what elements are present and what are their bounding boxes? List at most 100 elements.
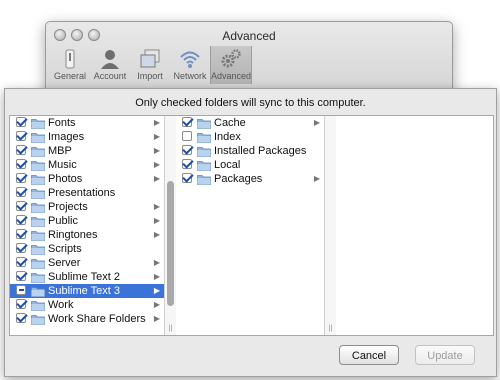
sync-checkbox[interactable] bbox=[16, 257, 26, 267]
folder-browser: Fonts ▶ Images ▶ MBP ▶ Music ▶ Photos ▶ Presentati… bbox=[9, 115, 494, 336]
disclosure-arrow-icon: ▶ bbox=[153, 258, 160, 267]
sync-checkbox[interactable] bbox=[16, 215, 26, 225]
folder-name: Images bbox=[48, 131, 85, 143]
sync-checkbox[interactable] bbox=[16, 299, 26, 309]
folder-icon bbox=[31, 287, 45, 297]
disclosure-arrow-icon: ▶ bbox=[153, 132, 160, 141]
sync-checkbox[interactable] bbox=[16, 159, 26, 169]
sync-checkbox[interactable] bbox=[16, 271, 26, 281]
folder-icon bbox=[31, 245, 45, 255]
sync-checkbox[interactable] bbox=[16, 313, 26, 323]
disclosure-arrow-icon: ▶ bbox=[153, 300, 160, 309]
sync-checkbox[interactable] bbox=[16, 145, 26, 155]
folder-icon bbox=[31, 231, 45, 241]
folder-row[interactable]: MBP ▶ bbox=[10, 144, 164, 158]
folder-name: Packages bbox=[214, 173, 263, 185]
folder-name: Work Share Folders bbox=[48, 313, 146, 325]
folder-icon bbox=[31, 259, 45, 269]
toolbar-import-label: Import bbox=[137, 71, 163, 81]
sync-checkbox[interactable] bbox=[16, 285, 26, 295]
folder-row[interactable]: Fonts ▶ bbox=[10, 116, 164, 130]
folder-name: Work bbox=[48, 299, 74, 311]
account-icon bbox=[101, 50, 119, 69]
folder-icon bbox=[31, 133, 45, 143]
folder-icon bbox=[31, 119, 45, 129]
folder-row[interactable]: Index bbox=[176, 130, 324, 144]
folder-icon bbox=[197, 133, 211, 143]
sync-checkbox[interactable] bbox=[182, 131, 192, 141]
disclosure-arrow-icon: ▶ bbox=[153, 174, 160, 183]
gears-icon bbox=[221, 49, 241, 68]
sync-checkbox[interactable] bbox=[16, 173, 26, 183]
folder-name: Server bbox=[48, 257, 81, 269]
toolbar-advanced[interactable]: Advanced bbox=[210, 46, 252, 84]
sync-checkbox[interactable] bbox=[182, 159, 192, 169]
folder-row[interactable]: Photos ▶ bbox=[10, 172, 164, 186]
toolbar-network-label: Network bbox=[173, 71, 207, 81]
folder-row[interactable]: Server ▶ bbox=[10, 256, 164, 270]
sync-checkbox[interactable] bbox=[16, 117, 26, 127]
folder-icon bbox=[31, 217, 45, 227]
folder-row[interactable]: Presentations bbox=[10, 186, 164, 200]
import-icon bbox=[140, 49, 160, 68]
folder-name: Installed Packages bbox=[214, 145, 307, 157]
column-resize-handle[interactable]: || bbox=[327, 325, 334, 332]
disclosure-arrow-icon: ▶ bbox=[153, 146, 160, 155]
sync-checkbox[interactable] bbox=[182, 173, 192, 183]
folder-row[interactable]: Installed Packages bbox=[176, 144, 324, 158]
folder-name: Public bbox=[48, 215, 78, 227]
folder-icon bbox=[31, 189, 45, 199]
network-icon bbox=[180, 51, 200, 68]
folder-icon bbox=[31, 175, 45, 185]
folder-icon bbox=[197, 175, 211, 185]
toolbar-account[interactable]: Account bbox=[90, 46, 130, 84]
folder-row[interactable]: Images ▶ bbox=[10, 130, 164, 144]
sync-checkbox[interactable] bbox=[16, 229, 26, 239]
folder-name: Projects bbox=[48, 201, 88, 213]
sync-checkbox[interactable] bbox=[16, 131, 26, 141]
folder-name: MBP bbox=[48, 145, 72, 157]
folder-row[interactable]: Ringtones ▶ bbox=[10, 228, 164, 242]
sync-checkbox[interactable] bbox=[16, 187, 26, 197]
folder-icon bbox=[197, 147, 211, 157]
disclosure-arrow-icon: ▶ bbox=[153, 216, 160, 225]
toolbar-general[interactable]: General bbox=[50, 46, 90, 84]
folder-icon bbox=[197, 161, 211, 171]
column-1-scroll-thumb[interactable] bbox=[167, 181, 174, 306]
folder-row[interactable]: Projects ▶ bbox=[10, 200, 164, 214]
folder-row[interactable]: Scripts bbox=[10, 242, 164, 256]
disclosure-arrow-icon: ▶ bbox=[153, 160, 160, 169]
toolbar-import[interactable]: Import bbox=[130, 46, 170, 84]
sync-checkbox[interactable] bbox=[182, 145, 192, 155]
sync-checkbox[interactable] bbox=[182, 117, 192, 127]
update-button[interactable]: Update bbox=[415, 345, 475, 365]
folder-row[interactable]: Work Share Folders ▶ bbox=[10, 312, 164, 326]
folder-row[interactable]: Packages ▶ bbox=[176, 172, 324, 186]
folder-row[interactable]: Local bbox=[176, 158, 324, 172]
sync-checkbox[interactable] bbox=[16, 201, 26, 211]
folder-name: Sublime Text 3 bbox=[48, 285, 120, 297]
cancel-button[interactable]: Cancel bbox=[339, 345, 399, 365]
folder-column-3 bbox=[336, 116, 493, 335]
preferences-toolbar: General Account Import Network Advanced bbox=[50, 46, 252, 84]
disclosure-arrow-icon: ▶ bbox=[153, 272, 160, 281]
sync-checkbox[interactable] bbox=[16, 243, 26, 253]
folder-row[interactable]: Music ▶ bbox=[10, 158, 164, 172]
folder-row[interactable]: Sublime Text 3 ▶ bbox=[10, 284, 164, 298]
folder-row[interactable]: Work ▶ bbox=[10, 298, 164, 312]
folder-icon bbox=[31, 161, 45, 171]
folder-icon bbox=[31, 147, 45, 157]
folder-row[interactable]: Sublime Text 2 ▶ bbox=[10, 270, 164, 284]
column-resize-handle[interactable]: || bbox=[167, 325, 174, 332]
folder-name: Cache bbox=[214, 117, 246, 129]
folder-name: Local bbox=[214, 159, 241, 171]
disclosure-arrow-icon: ▶ bbox=[313, 174, 320, 183]
toolbar-account-label: Account bbox=[93, 71, 127, 81]
folder-row[interactable]: Public ▶ bbox=[10, 214, 164, 228]
folder-row[interactable]: Cache ▶ bbox=[176, 116, 324, 130]
toolbar-network[interactable]: Network bbox=[170, 46, 210, 84]
folder-name: Presentations bbox=[48, 187, 116, 199]
folder-name: Photos bbox=[48, 173, 83, 185]
disclosure-arrow-icon: ▶ bbox=[153, 230, 160, 239]
disclosure-arrow-icon: ▶ bbox=[153, 286, 160, 295]
